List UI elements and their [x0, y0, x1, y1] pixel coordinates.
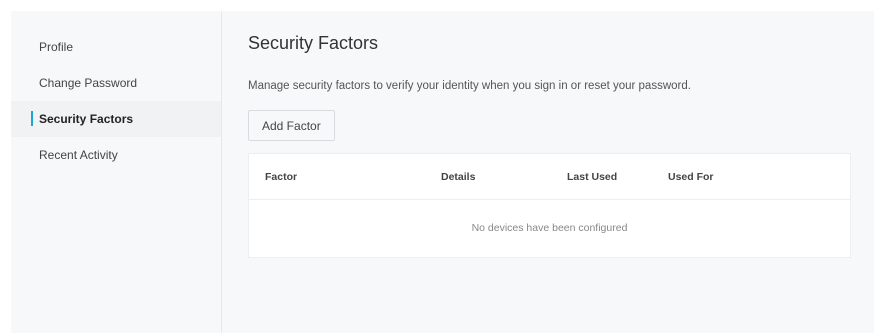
- sidebar-item-profile[interactable]: Profile: [11, 29, 221, 65]
- empty-state-message: No devices have been configured: [471, 222, 628, 234]
- main-content: Security Factors Manage security factors…: [222, 11, 874, 333]
- table-header: Factor Details Last Used Used For: [249, 154, 850, 200]
- page-description: Manage security factors to verify your i…: [248, 80, 691, 92]
- factors-table: Factor Details Last Used Used For No dev…: [248, 153, 851, 258]
- sidebar-item-label: Profile: [39, 40, 74, 54]
- column-header-used-for: Used For: [668, 171, 714, 183]
- sidebar-item-recent-activity[interactable]: Recent Activity: [11, 137, 221, 173]
- sidebar-item-security-factors[interactable]: Security Factors: [11, 101, 221, 137]
- sidebar-item-label: Recent Activity: [39, 148, 118, 162]
- sidebar-item-label: Security Factors: [39, 112, 134, 126]
- column-header-details: Details: [441, 171, 476, 183]
- column-header-factor: Factor: [265, 171, 298, 183]
- page-title: Security Factors: [248, 33, 379, 53]
- sidebar: Profile Change Password Security Factors…: [11, 11, 222, 333]
- sidebar-item-label: Change Password: [39, 76, 138, 90]
- add-factor-button[interactable]: Add Factor: [248, 110, 335, 141]
- column-header-last-used: Last Used: [567, 171, 618, 183]
- settings-frame: Profile Change Password Security Factors…: [11, 11, 874, 333]
- sidebar-item-change-password[interactable]: Change Password: [11, 65, 221, 101]
